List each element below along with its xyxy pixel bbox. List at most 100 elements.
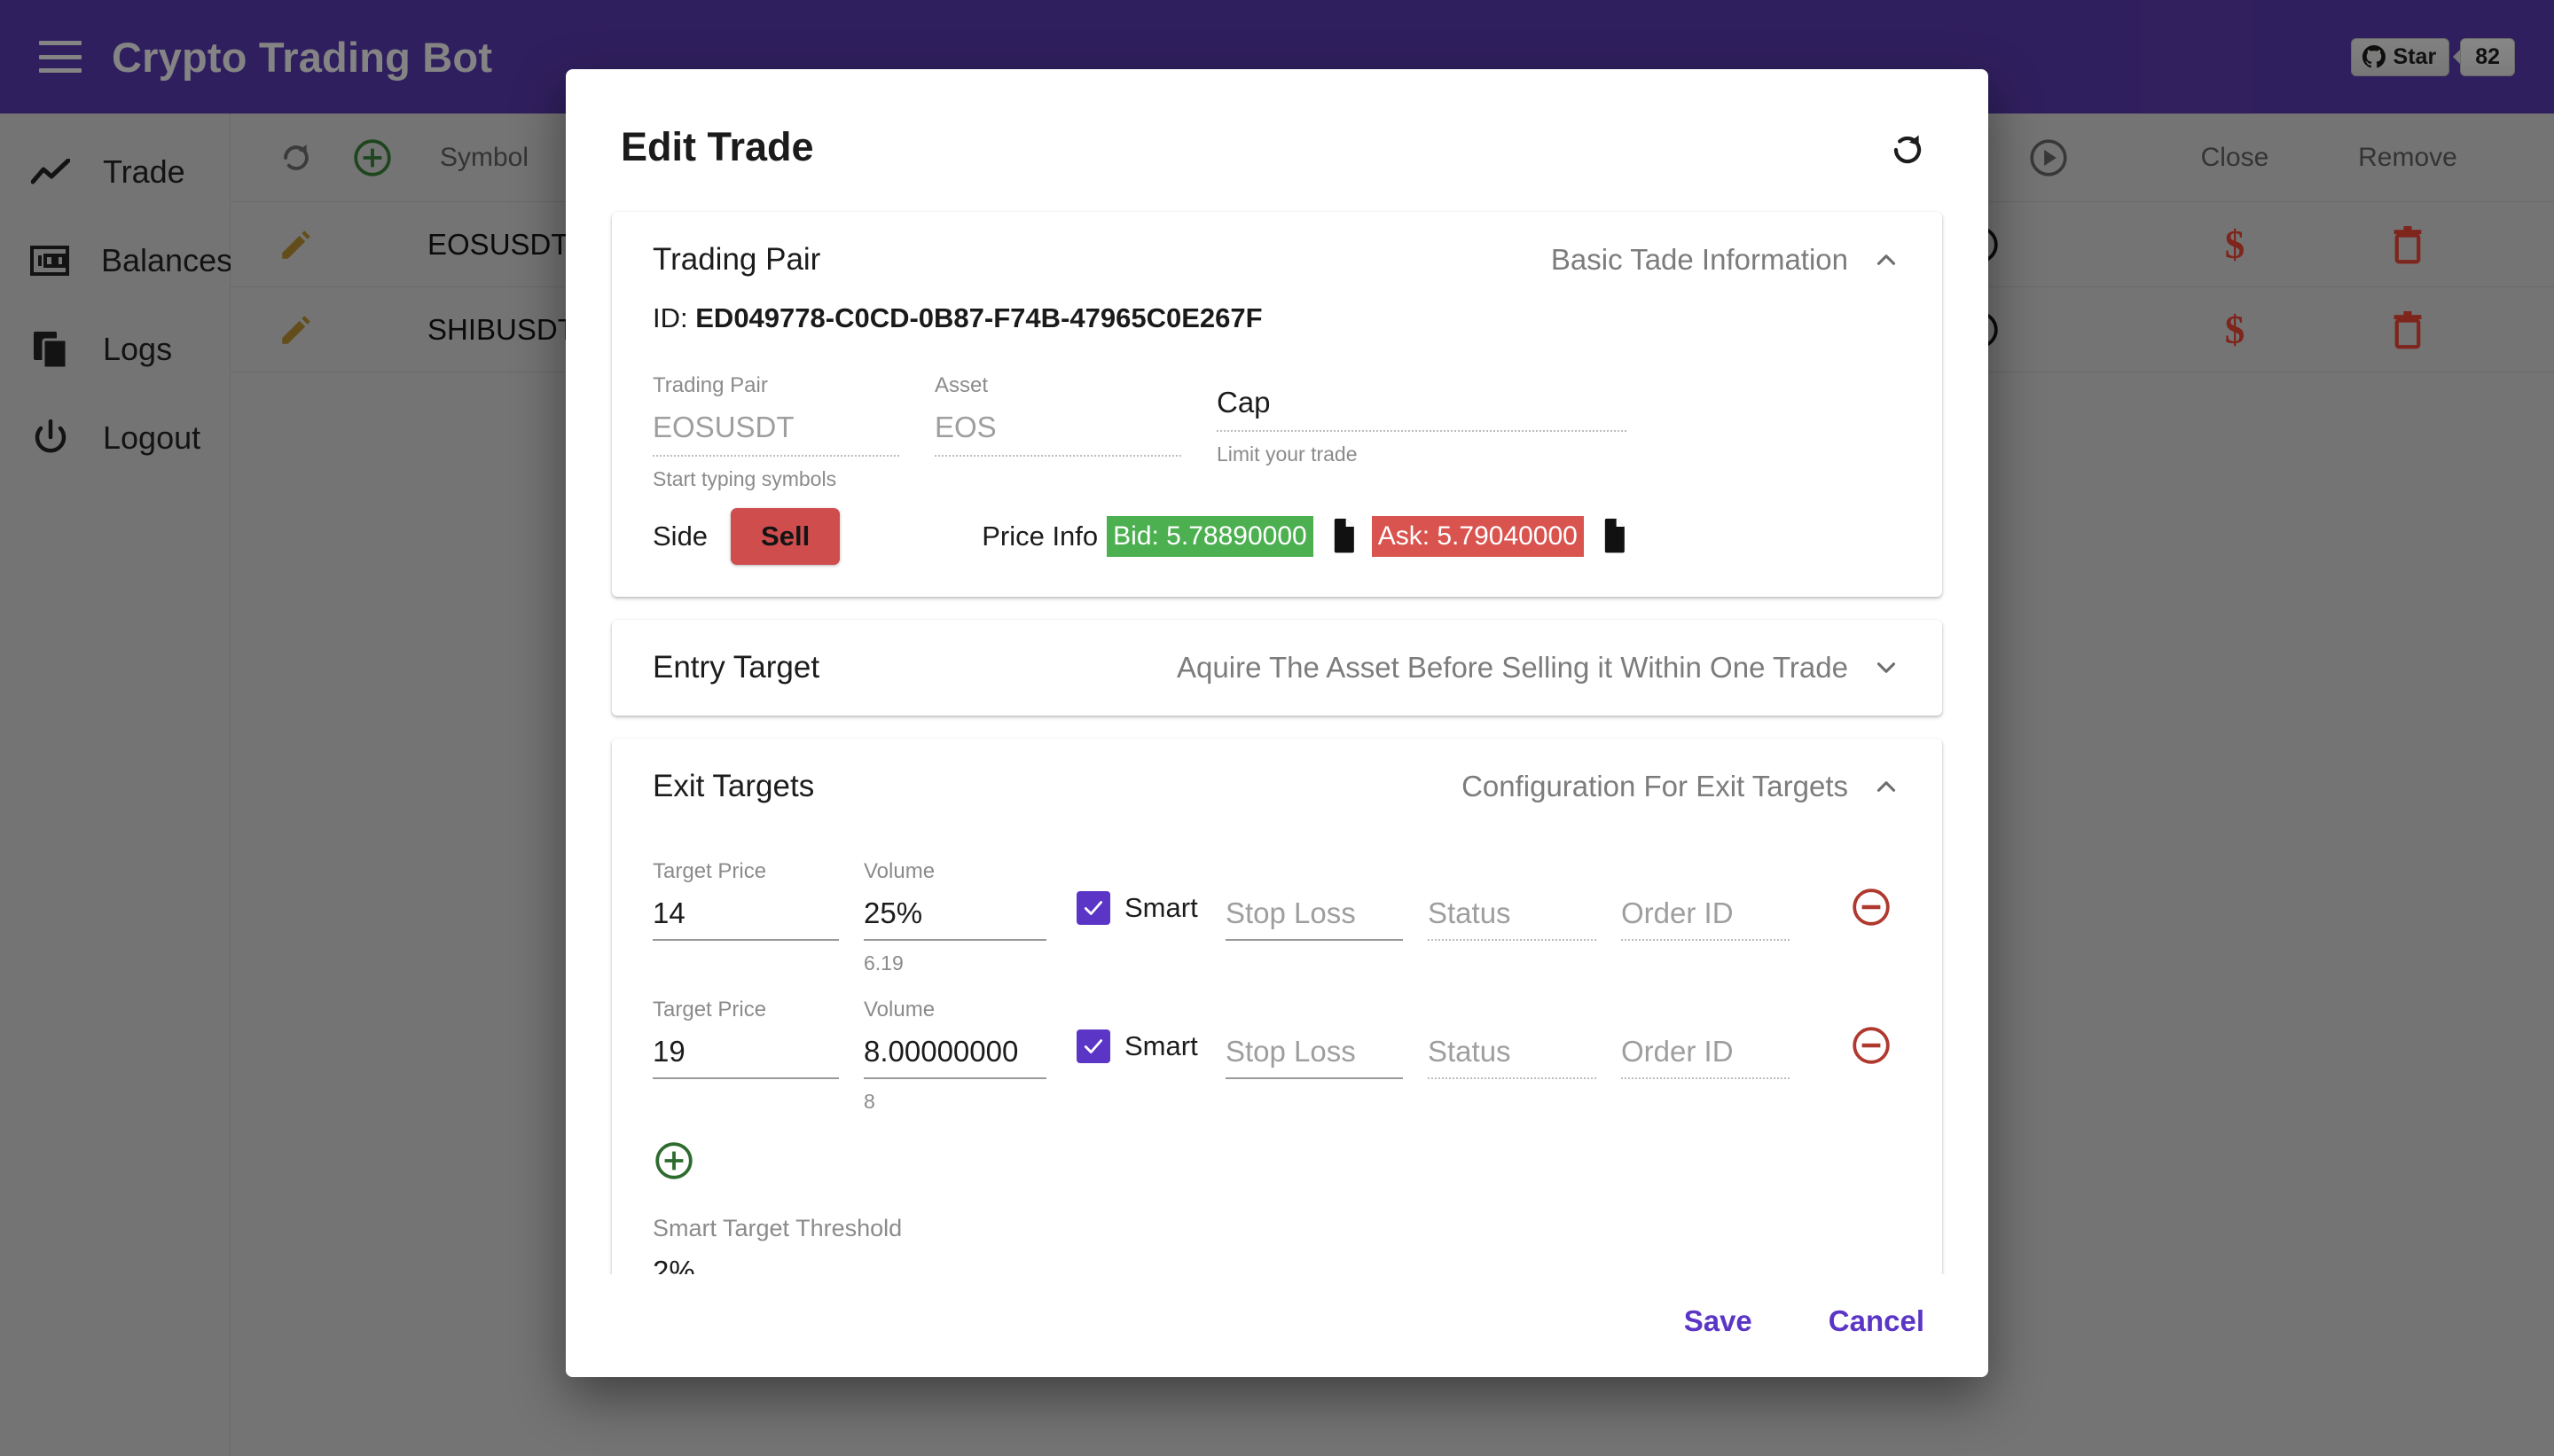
smart-checkbox[interactable]: [1077, 1029, 1110, 1063]
exit-target-orderid-field[interactable]: Order ID: [1621, 859, 1790, 976]
exit-target-price-label: Target Price: [653, 998, 839, 1024]
trade-id-prefix: ID:: [653, 302, 688, 333]
exit-target-volume-hint: 6.19: [864, 951, 1046, 976]
exit-target-status-field[interactable]: Status: [1428, 859, 1596, 976]
asset-field[interactable]: Asset EOS: [935, 373, 1181, 492]
exit-target-orderid-hint: [1621, 1090, 1790, 1115]
exit-target-orderid-label: [1621, 998, 1790, 1024]
ask-price-badge: Ask: 5.79040000: [1372, 516, 1584, 557]
exit-target-price-field[interactable]: Target Price 19: [653, 998, 839, 1115]
bid-price-badge: Bid: 5.78890000: [1107, 516, 1313, 557]
exit-target-stoploss-label: [1226, 998, 1403, 1024]
entry-target-card-header[interactable]: Entry Target Aquire The Asset Before Sel…: [612, 620, 1942, 716]
add-exit-target-button[interactable]: [612, 1139, 1942, 1186]
trading-pair-card-header[interactable]: Trading Pair Basic Tade Information: [612, 212, 1942, 302]
exit-target-stoploss-field[interactable]: Stop Loss: [1226, 859, 1403, 976]
check-icon: [1082, 1035, 1105, 1058]
save-button[interactable]: Save: [1684, 1304, 1752, 1338]
copy-ask-button[interactable]: [1596, 517, 1630, 556]
exit-target-smart-toggle[interactable]: Smart: [1077, 859, 1226, 925]
cap-input[interactable]: Cap: [1217, 386, 1626, 432]
chevron-down-icon[interactable]: [1871, 653, 1901, 683]
trade-id: ID: ED049778-C0CD-0B87-F74B-47965C0E267F: [653, 302, 1901, 334]
exit-target-status-input[interactable]: Status: [1428, 1035, 1596, 1079]
exit-target-price-field[interactable]: Target Price 14: [653, 859, 839, 976]
exit-target-stoploss-hint: [1226, 1090, 1403, 1115]
exit-target-smart-toggle[interactable]: Smart: [1077, 998, 1226, 1063]
exit-target-volume-hint: 8: [864, 1090, 1046, 1115]
exit-target-stoploss-label: [1226, 859, 1403, 886]
trading-pair-field[interactable]: Trading Pair EOSUSDT Start typing symbol…: [653, 373, 899, 492]
exit-target-orderid-label: [1621, 859, 1790, 886]
trading-pair-field-label: Trading Pair: [653, 373, 899, 398]
exit-target-price-label: Target Price: [653, 859, 839, 886]
exit-targets-subtitle: Configuration For Exit Targets: [1461, 770, 1848, 803]
copy-icon: [1596, 517, 1630, 556]
exit-target-status-input[interactable]: Status: [1428, 896, 1596, 941]
trading-pair-input[interactable]: EOSUSDT: [653, 411, 899, 457]
exit-target-stoploss-input[interactable]: Stop Loss: [1226, 1035, 1403, 1079]
copy-bid-button[interactable]: [1326, 517, 1359, 556]
exit-target-orderid-input[interactable]: Order ID: [1621, 896, 1790, 941]
trading-pair-fields: Trading Pair EOSUSDT Start typing symbol…: [653, 373, 1901, 492]
trading-pair-subtitle: Basic Tade Information: [1551, 243, 1848, 277]
side-toggle-button[interactable]: Sell: [731, 508, 840, 565]
exit-target-status-field[interactable]: Status: [1428, 998, 1596, 1115]
trading-pair-field-hint: Start typing symbols: [653, 467, 899, 492]
copy-icon: [1326, 517, 1359, 556]
exit-target-volume-input[interactable]: 25%: [864, 896, 1046, 941]
chevron-up-icon[interactable]: [1871, 771, 1901, 802]
smart-target-threshold-field[interactable]: Smart Target Threshold 2%: [612, 1215, 1942, 1274]
smart-target-threshold-input[interactable]: 2%: [653, 1255, 1942, 1274]
exit-target-volume-input[interactable]: 8.00000000: [864, 1035, 1046, 1079]
dialog-refresh-button[interactable]: [1882, 124, 1933, 180]
price-info-label: Price Info: [982, 521, 1098, 552]
cap-field[interactable]: Cap Limit your trade: [1217, 373, 1626, 467]
exit-target-price-input[interactable]: 14: [653, 896, 839, 941]
exit-targets-card-header[interactable]: Exit Targets Configuration For Exit Targ…: [612, 739, 1942, 829]
smart-label: Smart: [1124, 892, 1198, 924]
minus-circle-icon: [1850, 1024, 1892, 1067]
smart-checkbox[interactable]: [1077, 891, 1110, 925]
exit-target-volume-field[interactable]: Volume 25% 6.19: [864, 859, 1046, 976]
refresh-icon: [1887, 129, 1928, 170]
entry-target-title: Entry Target: [653, 650, 819, 685]
trading-pair-title: Trading Pair: [653, 242, 820, 278]
exit-target-stoploss-field[interactable]: Stop Loss: [1226, 998, 1403, 1115]
plus-circle-icon: [653, 1139, 695, 1182]
entry-target-subtitle: Aquire The Asset Before Selling it Withi…: [1177, 651, 1848, 685]
exit-targets-card-body: Target Price 14 Volume 25% 6.19: [612, 859, 1942, 1274]
exit-target-row: Target Price 14 Volume 25% 6.19: [612, 859, 1942, 976]
side-label: Side: [653, 521, 708, 552]
asset-input[interactable]: EOS: [935, 411, 1181, 457]
cancel-button[interactable]: Cancel: [1829, 1304, 1924, 1338]
remove-exit-target-button[interactable]: [1850, 859, 1892, 933]
exit-target-status-hint: [1428, 1090, 1596, 1115]
asset-field-label: Asset: [935, 373, 1181, 398]
exit-target-row: Target Price 19 Volume 8.00000000 8: [612, 998, 1942, 1115]
exit-target-price-hint: [653, 1090, 839, 1115]
exit-target-price-input[interactable]: 19: [653, 1035, 839, 1079]
trade-id-value: ED049778-C0CD-0B87-F74B-47965C0E267F: [695, 302, 1262, 333]
exit-target-stoploss-input[interactable]: Stop Loss: [1226, 896, 1403, 941]
dialog-footer: Save Cancel: [566, 1274, 1988, 1377]
exit-target-volume-field[interactable]: Volume 8.00000000 8: [864, 998, 1046, 1115]
smart-label: Smart: [1124, 1030, 1198, 1062]
cap-field-hint: Limit your trade: [1217, 442, 1626, 467]
check-icon: [1082, 896, 1105, 920]
trading-pair-card: Trading Pair Basic Tade Information ID:: [612, 212, 1942, 597]
remove-exit-target-button[interactable]: [1850, 998, 1892, 1071]
exit-target-volume-label: Volume: [864, 859, 1046, 886]
exit-target-orderid-hint: [1621, 951, 1790, 976]
exit-target-price-hint: [653, 951, 839, 976]
exit-target-stoploss-hint: [1226, 951, 1403, 976]
entry-target-card: Entry Target Aquire The Asset Before Sel…: [612, 620, 1942, 716]
minus-circle-icon: [1850, 886, 1892, 928]
chevron-up-icon[interactable]: [1871, 245, 1901, 275]
exit-target-status-label: [1428, 859, 1596, 886]
exit-target-orderid-input[interactable]: Order ID: [1621, 1035, 1790, 1079]
exit-target-status-hint: [1428, 951, 1596, 976]
exit-target-orderid-field[interactable]: Order ID: [1621, 998, 1790, 1115]
exit-targets-title: Exit Targets: [653, 769, 814, 804]
exit-target-volume-label: Volume: [864, 998, 1046, 1024]
